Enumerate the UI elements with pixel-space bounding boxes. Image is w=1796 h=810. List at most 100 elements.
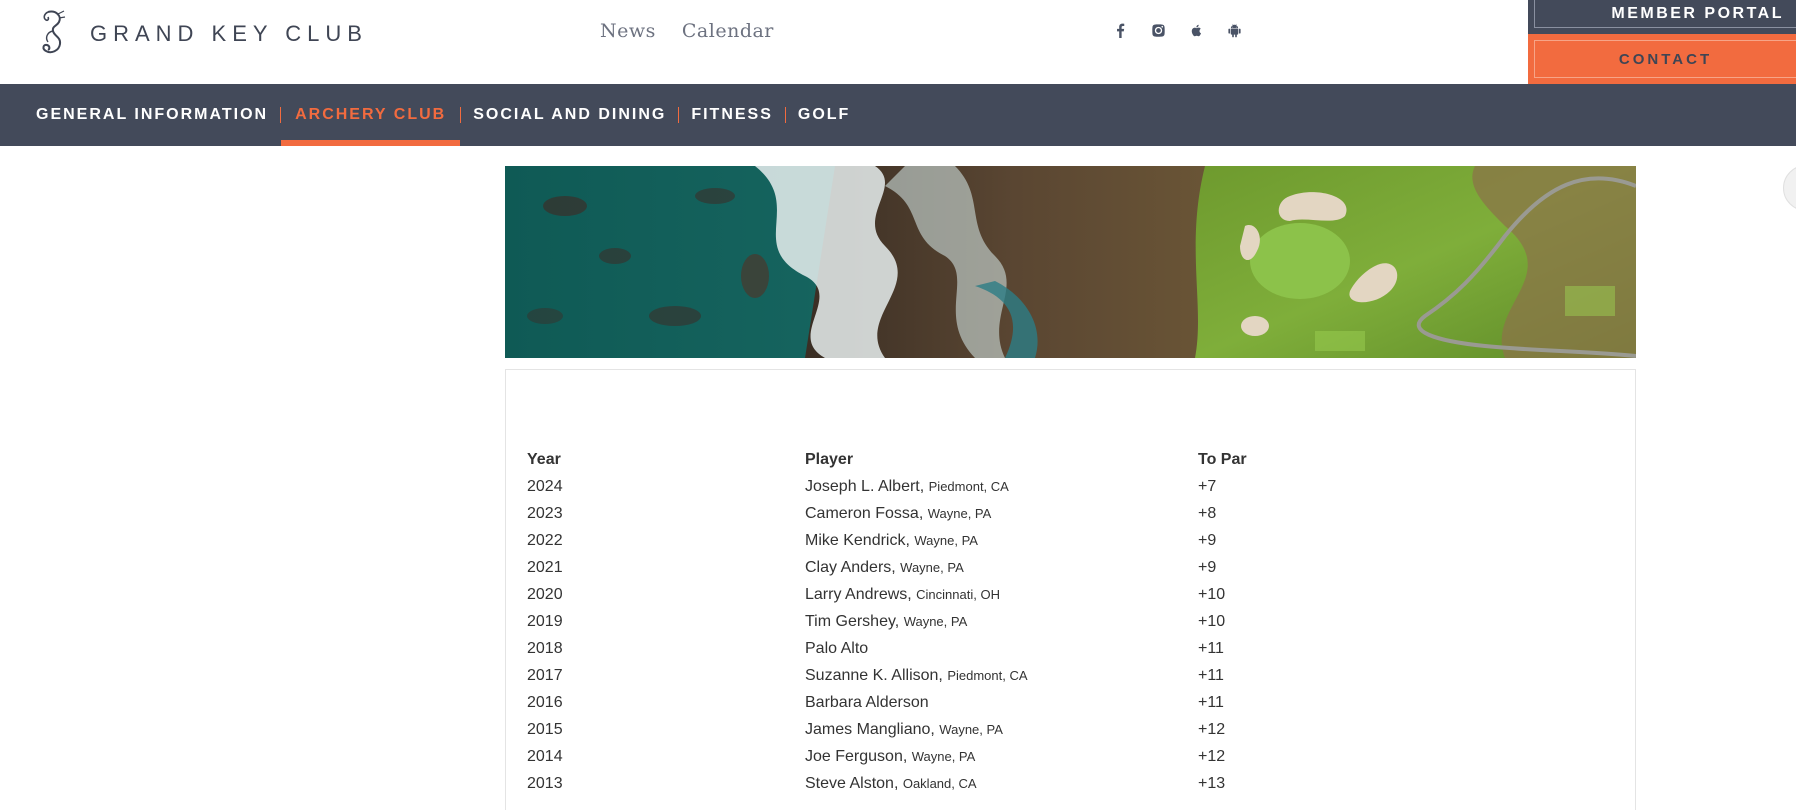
table-header-row: Year Player To Par (527, 446, 1318, 473)
player-name: Joe Ferguson (805, 747, 903, 765)
table-row: 2016 Barbara Alderson +11 (527, 689, 1318, 716)
table-row: 2022 Mike Kendrick, Wayne, PA +9 (527, 527, 1318, 554)
nav-item-archery-club[interactable]: ARCHERY CLUB (281, 84, 461, 146)
apple-icon[interactable] (1188, 22, 1204, 38)
results-table: Year Player To Par 2024 Joseph L. Albert… (527, 446, 1318, 797)
results-panel: Year Player To Par 2024 Joseph L. Albert… (505, 369, 1636, 810)
hero-banner-image (505, 166, 1636, 358)
player-location: Wayne, PA (927, 505, 992, 521)
table-row: 2013 Steve Alston, Oakland, CA +13 (527, 770, 1318, 797)
top-links: News Calendar (600, 20, 774, 42)
cell-player: James Mangliano, Wayne, PA (805, 720, 1003, 738)
cell-year: 2024 (527, 477, 563, 495)
android-icon[interactable] (1226, 22, 1242, 38)
player-name: Joseph L. Albert (805, 477, 920, 495)
player-name: Cameron Fossa (805, 504, 919, 522)
column-header-to-par: To Par (1198, 450, 1247, 468)
player-location: Wayne, PA (903, 613, 968, 629)
member-portal-button[interactable]: MEMBER PORTAL (1528, 0, 1796, 34)
main-nav: GENERAL INFORMATION ARCHERY CLUB SOCIAL … (0, 84, 1796, 146)
nav-item-fitness[interactable]: FITNESS (679, 84, 785, 146)
cell-to-par: +7 (1198, 477, 1217, 495)
cell-to-par: +8 (1198, 504, 1217, 522)
cell-to-par: +13 (1198, 774, 1226, 792)
table-row: 2023 Cameron Fossa, Wayne, PA +8 (527, 500, 1318, 527)
cell-player: Tim Gershey, Wayne, PA (805, 612, 968, 630)
contact-label: CONTACT (1534, 40, 1796, 78)
seahorse-logo-icon (42, 10, 66, 54)
cell-to-par: +12 (1198, 720, 1226, 738)
cell-player: Cameron Fossa, Wayne, PA (805, 504, 992, 522)
nav-item-social-and-dining[interactable]: SOCIAL AND DINING (461, 84, 678, 146)
cell-to-par: +10 (1198, 612, 1226, 630)
nav-item-golf[interactable]: GOLF (786, 84, 862, 146)
instagram-icon[interactable] (1150, 22, 1166, 38)
cell-year: 2015 (527, 720, 563, 738)
cell-to-par: +11 (1198, 693, 1224, 711)
chat-widget-button[interactable] (1783, 165, 1796, 211)
player-location: Wayne, PA (939, 721, 1003, 737)
player-location: Wayne, PA (914, 532, 978, 548)
cell-player: Mike Kendrick, Wayne, PA (805, 531, 978, 549)
cell-player: Joe Ferguson, Wayne, PA (805, 747, 976, 765)
player-location: Piedmont, CA (947, 667, 1028, 683)
cell-year: 2014 (527, 747, 563, 765)
player-name: Mike Kendrick (805, 531, 906, 549)
cell-year: 2017 (527, 666, 563, 684)
cell-player: Palo Alto (805, 635, 1198, 662)
column-header-player: Player (805, 450, 854, 468)
nav-item-general-information[interactable]: GENERAL INFORMATION (24, 84, 280, 146)
logo[interactable]: GRAND KEY CLUB (34, 8, 368, 60)
table-row: 2014 Joe Ferguson, Wayne, PA +12 (527, 743, 1318, 770)
player-name: Suzanne K. Allison (805, 666, 939, 684)
calendar-link[interactable]: Calendar (682, 20, 774, 42)
top-bar: GRAND KEY CLUB News Calendar MEMBER PORT… (0, 0, 1796, 84)
table-row: 2019 Tim Gershey, Wayne, PA +10 (527, 608, 1318, 635)
cell-year: 2022 (527, 531, 563, 549)
table-row: 2020 Larry Andrews, Cincinnati, OH +10 (527, 581, 1318, 608)
coastline-aerial-illustration (505, 166, 1636, 358)
cell-year: 2016 (527, 693, 563, 711)
cell-year: 2019 (527, 612, 563, 630)
cell-year: 2020 (527, 585, 563, 603)
social-links (1112, 22, 1242, 38)
cell-player: Larry Andrews, Cincinnati, OH (805, 585, 1000, 603)
table-row: 2015 James Mangliano, Wayne, PA +12 (527, 716, 1318, 743)
player-location: Piedmont, CA (928, 478, 1009, 494)
player-location: Wayne, PA (911, 748, 976, 764)
column-header-year: Year (527, 450, 561, 468)
cell-player: Suzanne K. Allison, Piedmont, CA (805, 666, 1028, 684)
table-row: 2021 Clay Anders, Wayne, PA +9 (527, 554, 1318, 581)
table-row: 2024 Joseph L. Albert, Piedmont, CA +7 (527, 473, 1318, 500)
player-name: Steve Alston (805, 774, 894, 792)
facebook-icon[interactable] (1112, 22, 1128, 38)
player-name: Barbara Alderson (805, 693, 929, 711)
cell-to-par: +9 (1198, 531, 1217, 549)
news-link[interactable]: News (600, 20, 656, 42)
table-row: 2017 Suzanne K. Allison, Piedmont, CA +1… (527, 662, 1318, 689)
cell-player: Joseph L. Albert, Piedmont, CA (805, 477, 1009, 495)
player-location: Wayne, PA (900, 559, 964, 575)
cell-to-par: +12 (1198, 747, 1226, 765)
player-location: Oakland, CA (902, 775, 977, 791)
player-name: James Mangliano (805, 720, 931, 738)
nav-list: GENERAL INFORMATION ARCHERY CLUB SOCIAL … (24, 84, 862, 146)
cell-year: 2013 (527, 774, 563, 792)
player-name: Larry Andrews (805, 585, 908, 603)
brand-name: GRAND KEY CLUB (90, 21, 368, 46)
cell-to-par: +11 (1198, 666, 1224, 684)
member-portal-label: MEMBER PORTAL (1534, 0, 1796, 28)
contact-button[interactable]: CONTACT (1528, 34, 1796, 84)
cell-year: 2023 (527, 504, 563, 522)
cell-player: Steve Alston, Oakland, CA (805, 774, 977, 792)
portal-block: MEMBER PORTAL CONTACT (1528, 0, 1796, 84)
cell-to-par: +11 (1198, 639, 1224, 657)
cell-player: Clay Anders, Wayne, PA (805, 558, 964, 576)
player-name: Clay Anders (805, 558, 892, 576)
cell-to-par: +10 (1198, 585, 1226, 603)
cell-year: 2018 (527, 639, 563, 657)
table-row: 2018 Palo Alto +11 (527, 635, 1318, 662)
cell-to-par: +9 (1198, 558, 1217, 576)
player-name: Palo Alto (805, 639, 869, 657)
player-location: Cincinnati, OH (916, 586, 1000, 602)
